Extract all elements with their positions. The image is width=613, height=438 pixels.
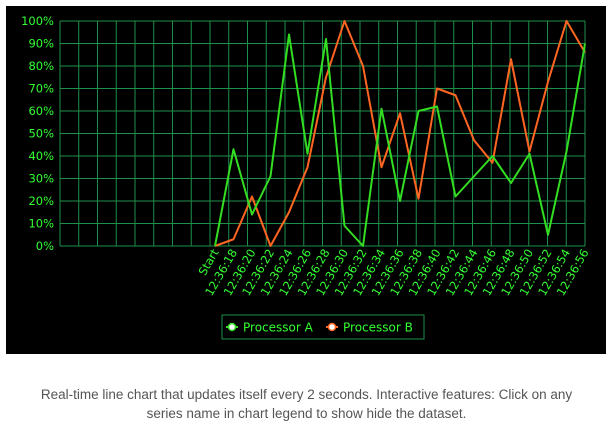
y-tick-label: 10% [28, 217, 54, 231]
y-tick-label: 60% [28, 104, 54, 118]
legend-marker [227, 322, 237, 332]
y-tick-label: 0% [36, 239, 54, 253]
legend: Processor A Processor B [221, 314, 425, 340]
caption-line-2: series name in chart legend to show hide… [146, 406, 467, 421]
chart-panel: 0% 10% 20% 30% 40% 50% 60% 70% 80% 90% 100% Start 1… [6, 6, 606, 354]
y-tick-label: 50% [28, 127, 54, 141]
legend-item-processor-a[interactable]: Processor A [226, 321, 314, 335]
y-tick-label: 30% [28, 172, 54, 186]
legend-marker [327, 322, 337, 332]
legend-label: Processor B [343, 321, 413, 335]
legend-item-processor-b[interactable]: Processor B [326, 321, 413, 335]
y-tick-label: 40% [28, 149, 54, 163]
y-axis: 0% 10% 20% 30% 40% 50% 60% 70% 80% 90% 100% [21, 14, 54, 253]
y-tick-label: 100% [21, 14, 54, 28]
y-tick-label: 90% [28, 37, 54, 51]
x-axis: Start12:36:1812:36:2012:36:2212:36:2412:… [195, 246, 591, 298]
y-tick-label: 20% [28, 194, 54, 208]
line-chart: 0% 10% 20% 30% 40% 50% 60% 70% 80% 90% 100% Start1… [21, 14, 592, 340]
y-tick-label: 70% [28, 82, 54, 96]
chart-caption: Real-time line chart that updates itself… [0, 385, 613, 423]
legend-label: Processor A [243, 321, 314, 335]
caption-line-1: Real-time line chart that updates itself… [40, 387, 573, 402]
y-tick-label: 80% [28, 59, 54, 73]
